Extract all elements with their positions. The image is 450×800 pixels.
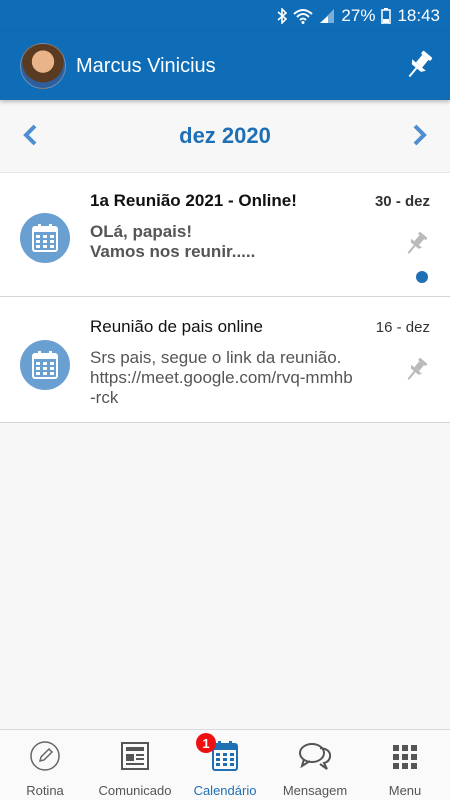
- event-date: 30 - dez: [374, 193, 430, 210]
- notification-badge: 1: [196, 733, 216, 753]
- event-title: 1a Reunião 2021 - Online!: [90, 191, 297, 210]
- newspaper-icon: [119, 740, 151, 777]
- battery-percent: 27%: [341, 6, 376, 25]
- event-title: Reunião de pais online: [90, 317, 263, 336]
- status-bar: 27% 18:43: [0, 0, 450, 32]
- wifi-icon: [293, 8, 314, 24]
- nav-label: Comunicado: [98, 783, 172, 798]
- pin-icon[interactable]: [402, 356, 430, 389]
- nav-mensagem[interactable]: Mensagem: [270, 730, 360, 800]
- event-list-item[interactable]: 1a Reunião 2021 - Online! 30 - dez OLá, …: [0, 172, 450, 297]
- avatar[interactable]: [20, 43, 66, 89]
- user-name: Marcus Vinicius: [76, 54, 216, 77]
- pin-icon[interactable]: [402, 48, 436, 87]
- next-month-button[interactable]: [412, 124, 428, 151]
- chat-icon: [298, 740, 332, 777]
- previous-month-button[interactable]: [22, 124, 38, 151]
- bluetooth-icon: [277, 8, 288, 24]
- nav-label: Mensagem: [282, 783, 348, 798]
- pencil-icon: [29, 740, 61, 777]
- signal-icon: [319, 8, 335, 24]
- battery-icon: [381, 8, 392, 24]
- nav-calendario[interactable]: 1 Calendário: [180, 730, 270, 800]
- nav-menu[interactable]: Menu: [360, 730, 450, 800]
- event-list-item[interactable]: Reunião de pais online 16 - dez Srs pais…: [0, 297, 450, 423]
- calendar-icon: [20, 213, 70, 263]
- event-preview: OLá, papais! Vamos nos reunir.....: [90, 222, 256, 261]
- nav-label: Rotina: [26, 783, 64, 798]
- nav-comunicado[interactable]: Comunicado: [90, 730, 180, 800]
- event-date: 16 - dez: [375, 319, 430, 336]
- nav-label: Calendário: [193, 783, 257, 798]
- clock: 18:43: [397, 6, 440, 25]
- app-header: Marcus Vinicius: [0, 32, 450, 100]
- month-label: dez 2020: [179, 123, 271, 148]
- calendar-icon: [20, 340, 70, 390]
- bottom-navigation: Rotina Comunicado 1 Calendário Mensagem …: [0, 729, 450, 800]
- month-navigation: dez 2020: [0, 100, 450, 172]
- event-preview: Srs pais, segue o link da reunião. https…: [90, 348, 353, 407]
- unread-indicator: [416, 271, 428, 283]
- pin-icon[interactable]: [402, 230, 430, 263]
- nav-label: Menu: [388, 783, 422, 798]
- grid-icon: [391, 740, 419, 777]
- nav-rotina[interactable]: Rotina: [0, 730, 90, 800]
